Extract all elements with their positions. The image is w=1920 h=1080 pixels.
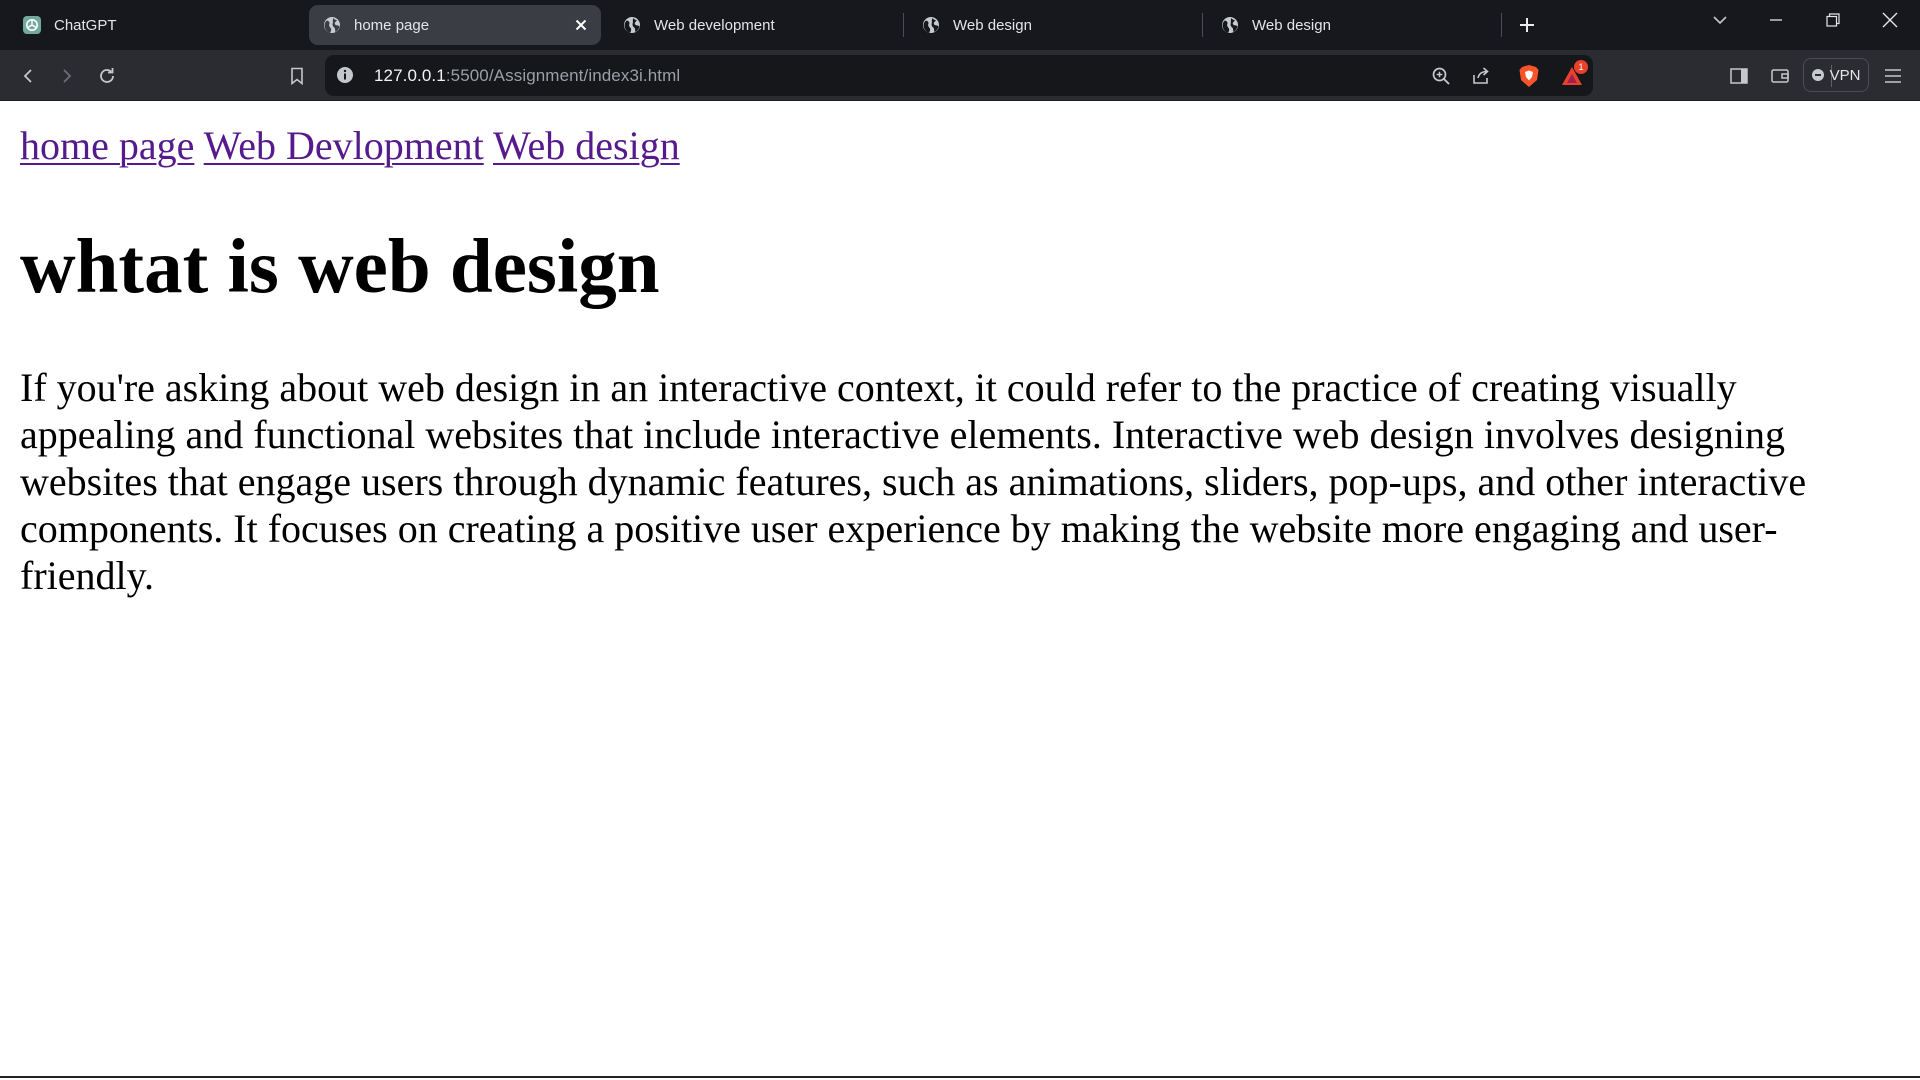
plus-icon [1520, 18, 1534, 32]
tab-web-development[interactable]: Web development [600, 5, 892, 45]
vpn-label: VPN [1829, 66, 1861, 84]
nav-link-home-page[interactable]: home page [20, 123, 194, 168]
tab-title: Web development [654, 16, 775, 34]
address-bar[interactable]: 127.0.0.1:5500/Assignment/index3i.html 1 [325, 55, 1832, 96]
back-arrow-icon [23, 69, 32, 83]
close-icon[interactable] [571, 15, 591, 35]
tab-home-page[interactable]: home page [309, 5, 601, 45]
share-icon[interactable] [1468, 63, 1494, 89]
sidebar-icon [1730, 68, 1748, 84]
brave-shields-icon[interactable] [1516, 63, 1542, 89]
restore-button[interactable] [1807, 0, 1859, 40]
globe-icon [322, 15, 342, 35]
tab-web-design[interactable]: Web design [899, 5, 1191, 45]
tab-search-button[interactable] [1694, 0, 1746, 40]
main-menu-button[interactable] [1878, 61, 1908, 91]
tab-title: home page [354, 16, 430, 34]
rewards-badge: 1 [1574, 60, 1588, 74]
tab-strip: ChatGPT home page Web development Web de… [0, 0, 1920, 50]
site-info-icon[interactable] [335, 65, 355, 85]
close-icon [1882, 12, 1898, 28]
page-viewport: home page Web Devlopment Web design whta… [0, 102, 1920, 1078]
wallet-button[interactable] [1765, 61, 1795, 91]
globe-icon [1220, 15, 1240, 35]
close-window-button[interactable] [1864, 0, 1916, 40]
bookmark-button[interactable] [282, 61, 312, 91]
brave-rewards-button[interactable]: 1 [1559, 60, 1588, 89]
globe-icon [921, 15, 941, 35]
nav-link-web-design[interactable]: Web design [493, 123, 680, 168]
page-nav: home page Web Devlopment Web design [20, 122, 680, 169]
reload-button[interactable] [92, 61, 122, 91]
tab-title: ChatGPT [54, 16, 117, 34]
forward-arrow-icon [63, 69, 72, 83]
chevron-down-icon [1713, 16, 1727, 25]
vpn-icon [1811, 69, 1824, 81]
tab-separator [1501, 13, 1502, 37]
url-host: 127.0.0.1 [374, 66, 446, 85]
chatgpt-icon [22, 15, 42, 35]
reload-icon [100, 68, 114, 83]
tab-web-design-2[interactable]: Web design [1198, 5, 1490, 45]
page-paragraph: If you're asking about web design in an … [20, 365, 1807, 598]
window-bottom-edge [0, 1076, 1920, 1078]
tab-title: Web design [1252, 16, 1331, 34]
page-heading: whtat is web design [20, 223, 660, 309]
wallet-icon [1771, 69, 1789, 83]
hamburger-menu-icon [1885, 69, 1901, 83]
browser-toolbar: 127.0.0.1:5500/Assignment/index3i.html 1… [0, 50, 1920, 101]
forward-button[interactable] [52, 61, 82, 91]
tab-title: Web design [953, 16, 1032, 34]
url-text[interactable]: 127.0.0.1:5500/Assignment/index3i.html [374, 66, 680, 86]
nav-link-web-development[interactable]: Web Devlopment [204, 123, 484, 168]
sidebar-toggle-button[interactable] [1724, 61, 1754, 91]
vpn-button[interactable]: VPN [1803, 58, 1869, 92]
back-button[interactable] [13, 61, 43, 91]
tab-chatgpt[interactable]: ChatGPT [0, 5, 292, 45]
new-tab-button[interactable] [1512, 10, 1542, 40]
minimize-button[interactable] [1750, 0, 1802, 40]
url-path: :5500/Assignment/index3i.html [445, 66, 681, 85]
zoom-icon[interactable] [1428, 63, 1454, 89]
restore-icon [1826, 13, 1840, 27]
bookmark-icon [291, 67, 303, 85]
globe-icon [622, 15, 642, 35]
minimize-icon [1770, 19, 1782, 21]
